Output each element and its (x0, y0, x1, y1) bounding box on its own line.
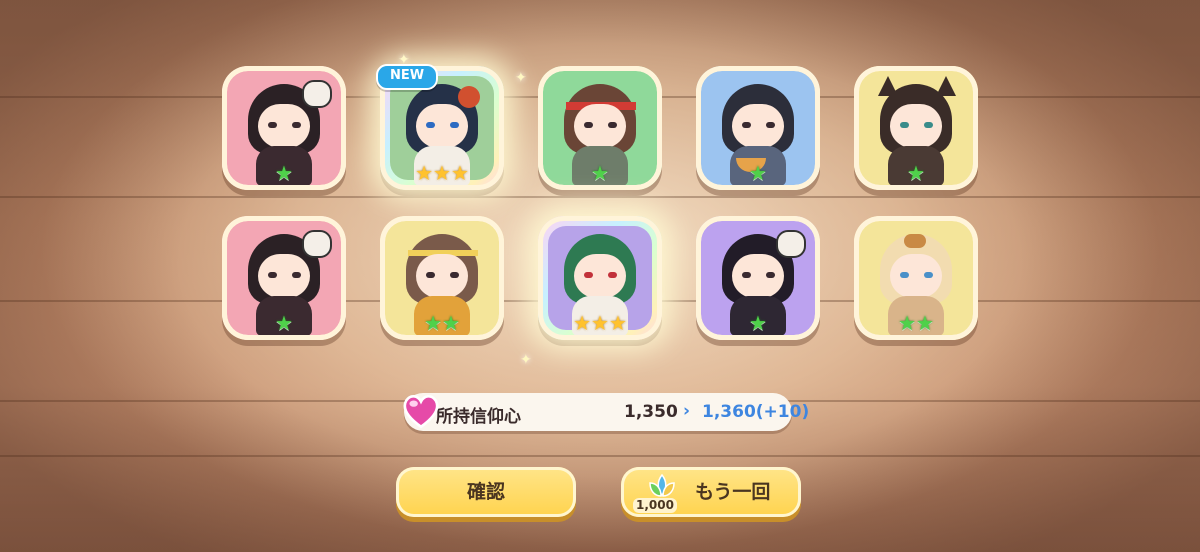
draw-again-label: もう一回 (695, 481, 771, 503)
rarity-stars: ★ (749, 161, 767, 185)
faith-status-bar: 所持信仰心 1,350 › 1,360(+10) (403, 393, 809, 431)
character-card[interactable]: ★★ (380, 216, 504, 340)
rarity-stars: ★ (275, 311, 293, 335)
character-card[interactable]: ★★★ (538, 216, 662, 340)
rarity-stars: ★ (749, 311, 767, 335)
chevron-right-icon: › (683, 401, 691, 421)
character-card[interactable]: ★ (222, 66, 346, 190)
rarity-stars: ★ (275, 161, 293, 185)
confirm-button-label: 確認 (466, 481, 505, 503)
rarity-stars: ★★★ (415, 161, 469, 185)
draw-cost: 1,000 (633, 498, 677, 513)
rarity-stars: ★ (907, 161, 925, 185)
rarity-stars: ★★ (898, 311, 934, 335)
character-card[interactable]: ★ (854, 66, 978, 190)
character-card[interactable]: ★★ (854, 216, 978, 340)
faith-current-value: 1,350 (624, 402, 678, 422)
sparkle-icon: ✦ (520, 352, 532, 368)
confirm-button[interactable]: 確認 (396, 467, 576, 517)
character-card[interactable]: ★ (222, 216, 346, 340)
faith-label: 所持信仰心 (436, 407, 521, 427)
new-badge: NEW (376, 64, 438, 90)
character-card[interactable]: ★ (538, 66, 662, 190)
rarity-stars: ★ (591, 161, 609, 185)
character-card[interactable]: ★ (696, 216, 820, 340)
faith-new-value: 1,360(+10) (702, 402, 810, 422)
draw-again-button[interactable]: 1,000 もう一回 (621, 467, 801, 517)
rarity-stars: ★★★ (573, 311, 627, 335)
heart-icon (403, 394, 439, 429)
sparkle-icon: ✦ (515, 70, 527, 86)
rarity-stars: ★★ (424, 311, 460, 335)
character-card[interactable]: ★ (696, 66, 820, 190)
